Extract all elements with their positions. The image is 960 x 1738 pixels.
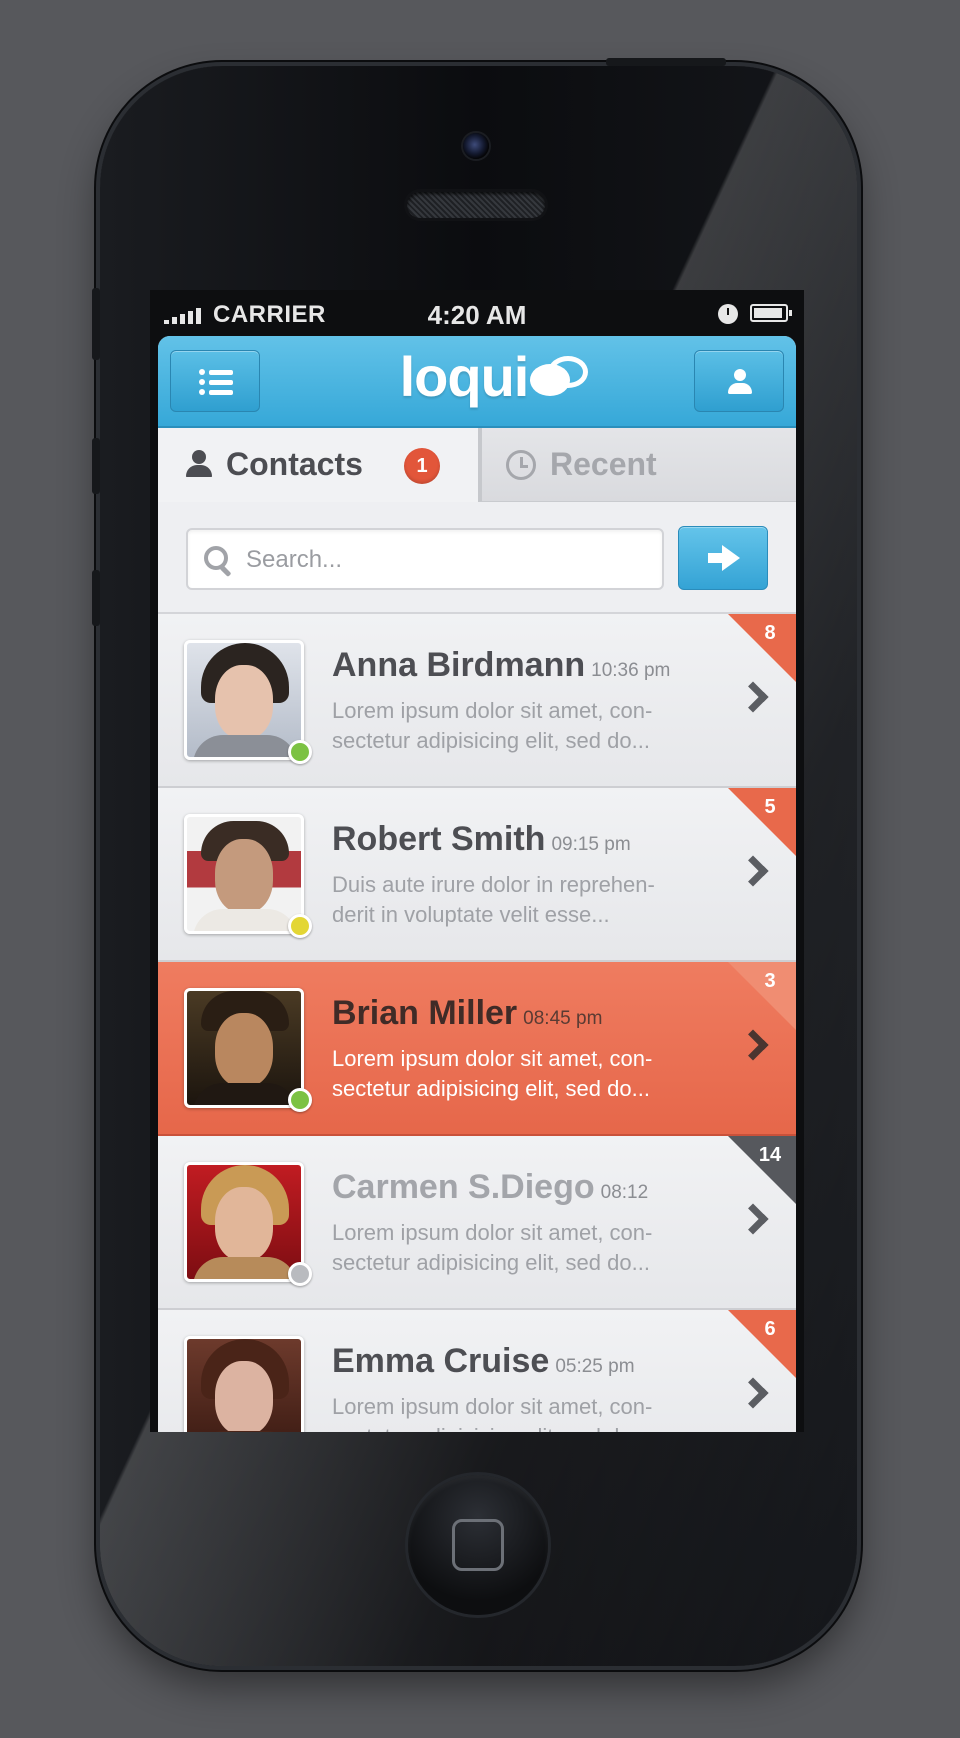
tab-contacts[interactable]: Contacts 1 bbox=[158, 428, 478, 502]
top-navigation-bar: loqui bbox=[158, 336, 796, 428]
chevron-right-icon bbox=[737, 1029, 769, 1061]
unread-count: 3 bbox=[764, 970, 776, 992]
status-indicator-online bbox=[288, 740, 312, 764]
contact-name: Carmen S.Diego 08:12 bbox=[332, 1168, 649, 1206]
unread-count: 6 bbox=[764, 1318, 776, 1340]
logo-text: loqui bbox=[399, 345, 530, 408]
chevron-right-icon bbox=[737, 1203, 769, 1235]
message-preview: Lorem ipsum dolor sit amet, con-sectetur… bbox=[332, 1220, 653, 1275]
message-time: 10:36 pm bbox=[591, 660, 671, 681]
home-button[interactable] bbox=[408, 1475, 548, 1615]
unread-count: 8 bbox=[764, 622, 776, 644]
status-indicator-offline bbox=[288, 1262, 312, 1286]
avatar bbox=[184, 814, 304, 934]
contact-name: Robert Smith 09:15 pm bbox=[332, 820, 631, 858]
chevron-right-icon bbox=[737, 855, 769, 887]
contact-name: Emma Cruise 05:25 pm bbox=[332, 1342, 635, 1380]
arrow-right-icon bbox=[708, 545, 740, 571]
profile-button[interactable] bbox=[694, 350, 784, 412]
tab-contacts-label: Contacts bbox=[226, 446, 363, 482]
search-input[interactable] bbox=[246, 542, 646, 578]
unread-count: 14 bbox=[758, 1144, 782, 1166]
sleep-button bbox=[606, 58, 726, 66]
clock-time: 4:20 AM bbox=[427, 300, 527, 330]
volume-down-button bbox=[92, 570, 100, 626]
tab-recent[interactable]: Recent bbox=[478, 428, 796, 502]
contact-name: Anna Birdmann 10:36 pm bbox=[332, 646, 671, 684]
status-indicator-online bbox=[288, 1088, 312, 1112]
message-preview: Lorem ipsum dolor sit amet, con-sectetur… bbox=[332, 698, 653, 753]
clock-icon bbox=[506, 450, 536, 480]
volume-up-button bbox=[92, 438, 100, 494]
alarm-icon bbox=[718, 304, 738, 324]
contact-list[interactable]: Anna Birdmann 10:36 pm Lorem ipsum dolor … bbox=[158, 614, 796, 1432]
contact-row-selected[interactable]: Brian Miller 08:45 pm Lorem ipsum dolor s… bbox=[158, 962, 796, 1136]
home-square-icon bbox=[452, 1519, 504, 1571]
message-preview: Duis aute irure dolor in reprehen-derit … bbox=[332, 872, 655, 927]
unread-count: 5 bbox=[764, 796, 776, 818]
chevron-right-icon bbox=[737, 1377, 769, 1409]
avatar bbox=[184, 640, 304, 760]
message-preview: Lorem ipsum dolor sit amet, con-sectetur… bbox=[332, 1046, 653, 1101]
contact-row[interactable]: Emma Cruise 05:25 pm Lorem ipsum dolor si… bbox=[158, 1310, 796, 1432]
contacts-count-badge: 1 bbox=[404, 448, 440, 484]
search-go-button[interactable] bbox=[678, 526, 768, 590]
contact-row[interactable]: Anna Birdmann 10:36 pm Lorem ipsum dolor … bbox=[158, 614, 796, 788]
battery-icon bbox=[750, 304, 792, 322]
avatar bbox=[184, 1336, 304, 1432]
status-indicator-away bbox=[288, 914, 312, 938]
chat-bubbles-icon bbox=[530, 356, 590, 402]
contact-row[interactable]: Robert Smith 09:15 pm Duis aute irure dol… bbox=[158, 788, 796, 962]
message-time: 05:25 pm bbox=[555, 1356, 635, 1377]
message-time: 08:12 bbox=[600, 1182, 649, 1203]
search-icon bbox=[204, 546, 234, 576]
mute-switch bbox=[92, 288, 100, 360]
user-icon bbox=[727, 369, 753, 395]
earpiece-speaker bbox=[407, 192, 545, 218]
avatar bbox=[184, 988, 304, 1108]
search-bar bbox=[158, 502, 796, 614]
status-bar: CARRIER 4:20 AM bbox=[150, 290, 804, 334]
search-field[interactable] bbox=[186, 528, 664, 590]
tab-recent-label: Recent bbox=[550, 446, 657, 482]
tab-bar: Contacts 1 Recent bbox=[158, 428, 796, 502]
contact-row[interactable]: Carmen S.Diego 08:12 Lorem ipsum dolor si… bbox=[158, 1136, 796, 1310]
screen: CARRIER 4:20 AM loqui Contacts 1 Recent … bbox=[150, 290, 804, 1432]
contact-name: Brian Miller 08:45 pm bbox=[332, 994, 603, 1032]
message-time: 08:45 pm bbox=[523, 1008, 603, 1029]
person-icon bbox=[186, 450, 212, 480]
avatar bbox=[184, 1162, 304, 1282]
app-container: loqui Contacts 1 Recent Search... Anna B… bbox=[158, 336, 796, 1432]
chevron-right-icon bbox=[737, 681, 769, 713]
front-camera bbox=[463, 133, 489, 159]
message-preview: Lorem ipsum dolor sit amet, con-sectetur… bbox=[332, 1394, 653, 1432]
message-time: 09:15 pm bbox=[551, 834, 631, 855]
